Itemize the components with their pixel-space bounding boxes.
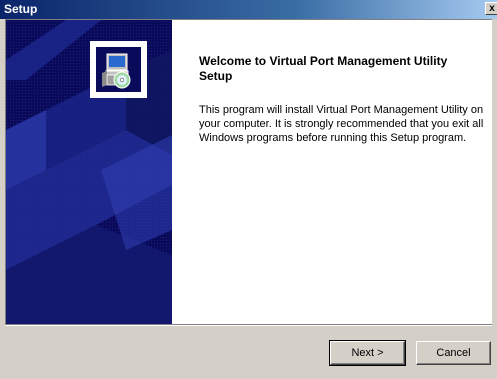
wizard-panel: Welcome to Virtual Port Management Utili… xyxy=(5,19,492,324)
window-title: Setup xyxy=(4,2,38,16)
banner-graphic xyxy=(6,20,172,324)
title-bar[interactable]: Setup x xyxy=(0,0,497,19)
separator xyxy=(5,324,492,326)
setup-window: Setup x Welcome to Virtual Port Manageme… xyxy=(0,0,497,379)
cancel-button[interactable]: Cancel xyxy=(416,341,491,365)
close-button[interactable]: x xyxy=(485,2,497,15)
welcome-description: This program will install Virtual Port M… xyxy=(199,104,484,144)
installer-icon-frame xyxy=(90,41,147,98)
next-button[interactable]: Next > xyxy=(329,340,406,366)
side-banner xyxy=(6,20,172,324)
setup-computer-cd-icon xyxy=(96,47,141,92)
welcome-heading: Welcome to Virtual Port Management Utili… xyxy=(199,54,448,83)
